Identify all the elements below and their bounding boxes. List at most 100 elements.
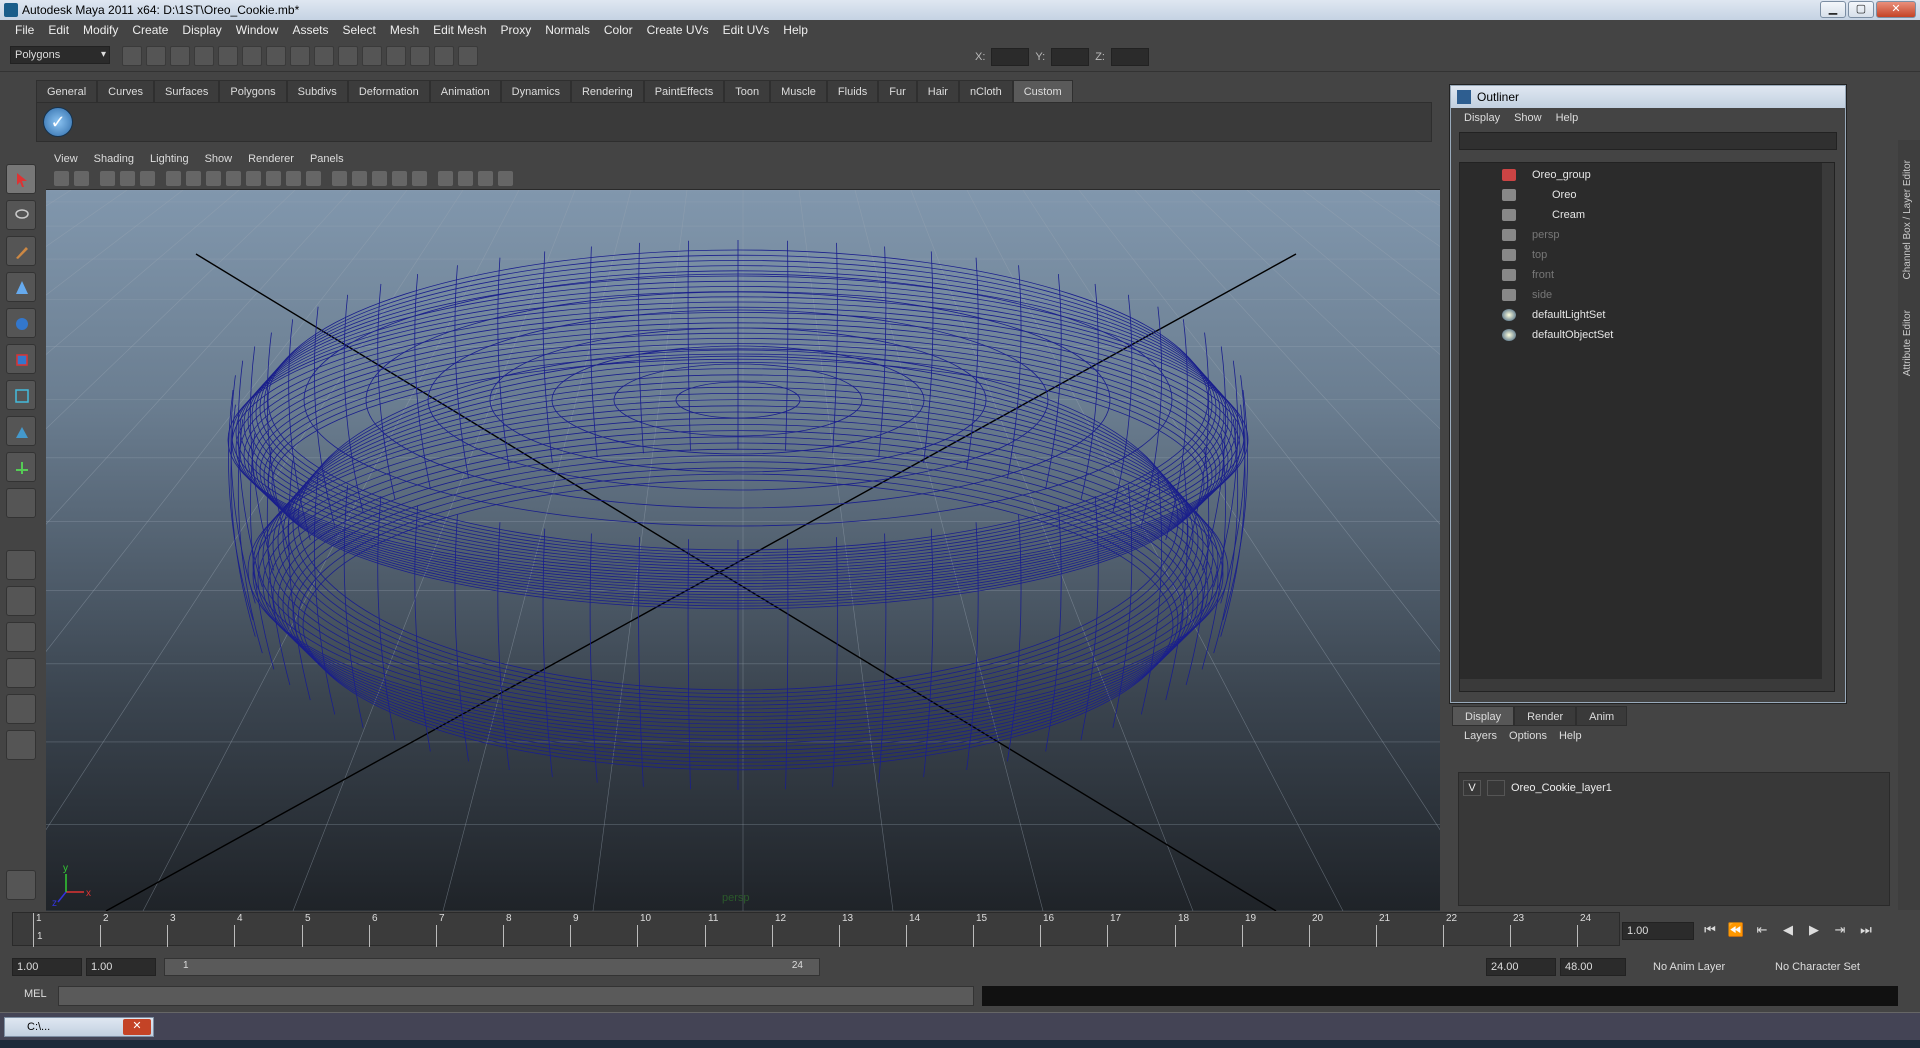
textured-icon[interactable] [352,171,367,186]
tab-hair[interactable]: Hair [916,80,959,102]
layer-menu-layers[interactable]: Layers [1458,726,1503,746]
render-icon[interactable] [410,46,430,66]
outliner-item[interactable]: defaultObjectSet [1460,325,1834,345]
wireframe-icon[interactable] [286,171,301,186]
xray-icon[interactable] [458,171,473,186]
snap-grid-icon[interactable] [266,46,286,66]
menu-display[interactable]: Display [175,20,228,40]
taskbar-close-icon[interactable]: ✕ [123,1019,151,1035]
open-scene-icon[interactable] [146,46,166,66]
grid-toggle-icon[interactable] [140,171,155,186]
camera-attr-icon[interactable] [74,171,89,186]
outliner-item[interactable]: side [1460,285,1834,305]
tab-fur[interactable]: Fur [878,80,917,102]
all-lights-icon[interactable] [392,171,407,186]
menu-set-dropdown[interactable]: Polygons [10,46,110,64]
playback-start-field[interactable]: 1.00 [86,958,156,976]
viewport-menu-show[interactable]: Show [197,150,241,168]
outliner-horizontal-scrollbar[interactable] [1460,679,1834,691]
menu-modify[interactable]: Modify [76,20,125,40]
channel-box-tab[interactable]: Channel Box / Layer Editor [1902,160,1913,280]
render-settings-icon[interactable] [458,46,478,66]
minimize-button[interactable]: ▁ [1820,1,1846,18]
default-light-icon[interactable] [372,171,387,186]
camera-select-icon[interactable] [54,171,69,186]
tab-surfaces[interactable]: Surfaces [153,80,220,102]
menu-create[interactable]: Create [125,20,175,40]
rotate-tool-icon[interactable] [6,308,36,338]
shadows-icon[interactable] [412,171,427,186]
layout-four-icon[interactable] [6,586,36,616]
bookmark-icon[interactable] [100,171,115,186]
outliner-item[interactable]: persp [1460,225,1834,245]
range-slider[interactable]: 1 24 [164,958,820,976]
y-field[interactable] [1051,48,1090,66]
snap-plane-icon[interactable] [338,46,358,66]
tab-general[interactable]: General [36,80,98,102]
step-back-icon[interactable]: ⏪ [1726,922,1746,938]
anim-layer-dropdown[interactable]: No Anim Layer [1648,958,1754,976]
menu-mesh[interactable]: Mesh [383,20,426,40]
layer-menu-help[interactable]: Help [1553,726,1588,746]
menu-assets[interactable]: Assets [285,20,335,40]
outliner-menu-show[interactable]: Show [1507,108,1549,128]
show-manip-icon[interactable] [6,452,36,482]
viewport-menu-lighting[interactable]: Lighting [142,150,197,168]
snap-curve-icon[interactable] [290,46,310,66]
play-forwards-icon[interactable]: ▶ [1804,922,1824,938]
tab-muscle[interactable]: Muscle [770,80,827,102]
outliner-item[interactable]: front [1460,265,1834,285]
tab-ncloth[interactable]: nCloth [958,80,1013,102]
close-button[interactable]: ✕ [1876,1,1916,18]
menu-proxy[interactable]: Proxy [494,20,539,40]
tab-toon[interactable]: Toon [724,80,771,102]
menu-edit[interactable]: Edit [41,20,76,40]
x-field[interactable] [991,48,1030,66]
safe-action-icon[interactable] [246,171,261,186]
outliner-vertical-scrollbar[interactable] [1822,163,1834,691]
tab-polygons[interactable]: Polygons [219,80,287,102]
outliner-menu-display[interactable]: Display [1457,108,1507,128]
tab-fluids[interactable]: Fluids [826,80,879,102]
outliner-item[interactable]: Oreo_group [1460,165,1834,185]
layout-hypershade-icon[interactable] [6,694,36,724]
resolution-gate-icon[interactable] [186,171,201,186]
ipr-icon[interactable] [434,46,454,66]
film-gate-icon[interactable] [166,171,181,186]
make-live-icon[interactable] [362,46,382,66]
menu-edit-mesh[interactable]: Edit Mesh [426,20,493,40]
go-to-start-icon[interactable]: ⏮ [1700,922,1720,938]
layout-custom-icon[interactable] [6,730,36,760]
taskbar-window-button[interactable]: C:\... ✕ [4,1017,154,1037]
layer-row[interactable]: V Oreo_Cookie_layer1 [1463,779,1612,797]
animation-end-field[interactable]: 48.00 [1560,958,1626,976]
layout-single-icon[interactable] [6,550,36,580]
step-forward-key-icon[interactable]: ⇥ [1830,922,1850,938]
layer-visibility-toggle[interactable]: V [1463,780,1481,796]
tab-anim[interactable]: Anim [1576,706,1628,726]
attribute-editor-tab[interactable]: Attribute Editor [1902,310,1913,376]
menu-file[interactable]: File [8,20,41,40]
menu-color[interactable]: Color [597,20,640,40]
tab-render[interactable]: Render [1514,706,1577,726]
viewport-menu-view[interactable]: View [46,150,86,168]
safe-title-icon[interactable] [266,171,281,186]
backface-icon[interactable] [498,171,513,186]
outliner-item[interactable]: top [1460,245,1834,265]
snap-point-icon[interactable] [314,46,334,66]
current-frame-field[interactable]: 1.00 [1622,922,1694,940]
last-tool-icon[interactable] [6,488,36,518]
select-object-icon[interactable] [218,46,238,66]
select-component-icon[interactable] [242,46,262,66]
play-backwards-icon[interactable]: ◀ [1778,922,1798,938]
layout-graph-icon[interactable] [6,658,36,688]
history-icon[interactable] [386,46,406,66]
select-tool-icon[interactable] [6,164,36,194]
soft-mod-tool-icon[interactable] [6,416,36,446]
menu-create-uvs[interactable]: Create UVs [640,20,716,40]
maximize-button[interactable]: ▢ [1848,1,1874,18]
gate-mask-icon[interactable] [206,171,221,186]
viewport-menu-panels[interactable]: Panels [302,150,352,168]
mel-input[interactable] [58,986,974,1006]
menu-help[interactable]: Help [776,20,815,40]
